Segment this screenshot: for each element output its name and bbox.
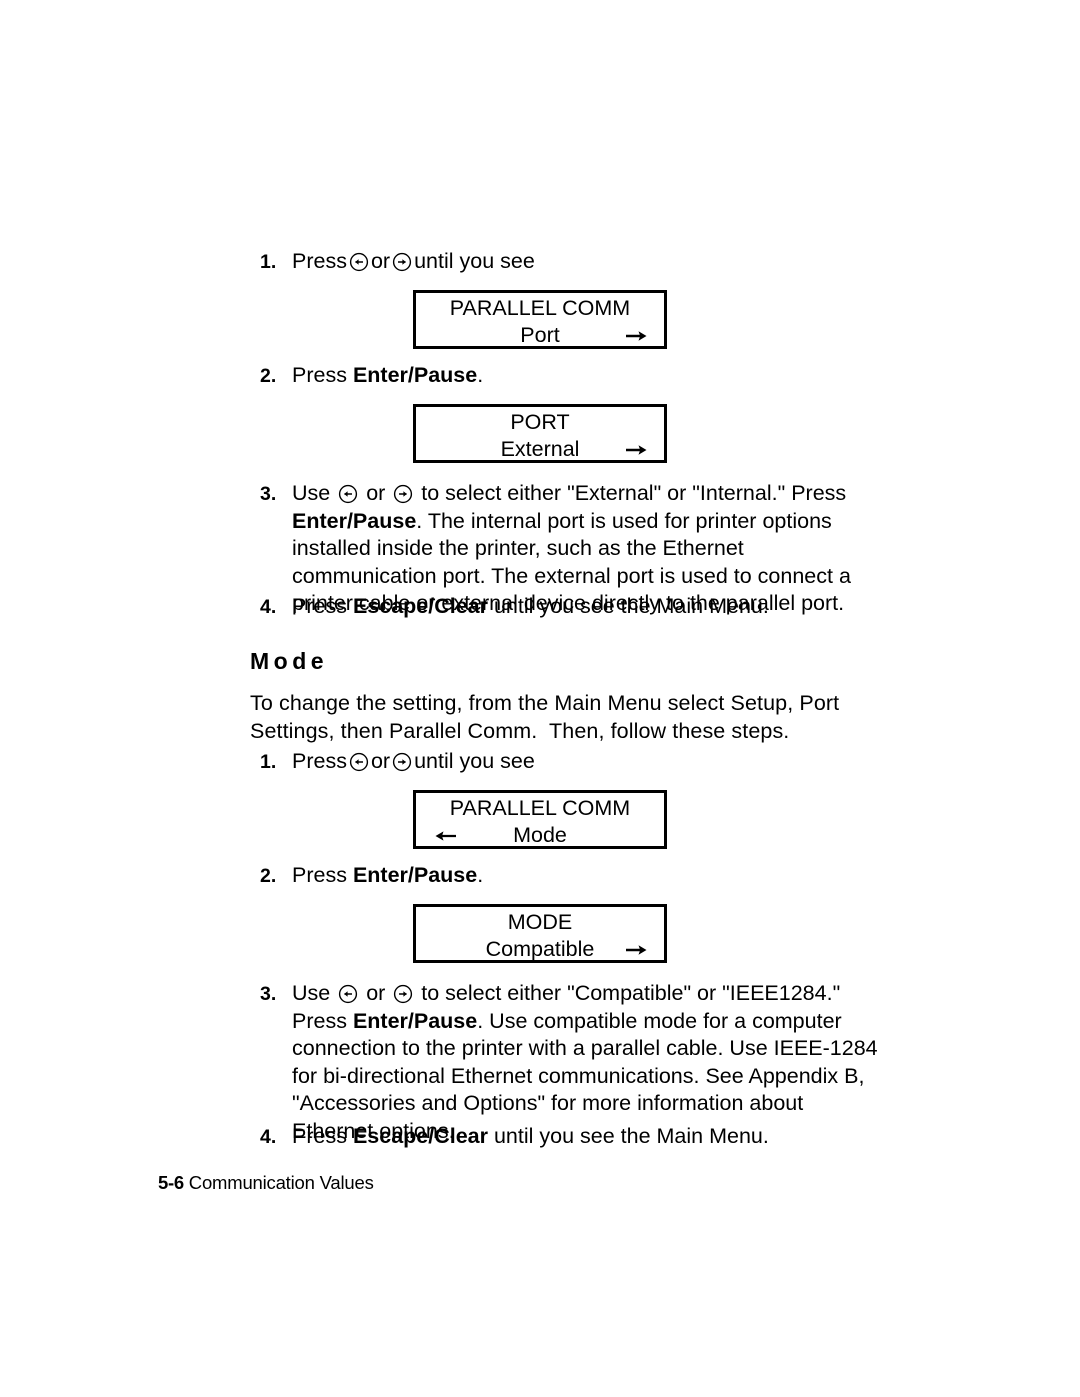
step-text-middle: or	[370, 249, 391, 273]
lcd-line-1: PARALLEL COMM	[449, 796, 631, 820]
right-arrow-icon	[624, 940, 650, 960]
mode-step-4: 4. Press Escape/Clear until you see the …	[260, 1123, 880, 1152]
step-text-tail: .	[477, 363, 484, 387]
lcd-line-2: Compatible	[416, 936, 664, 963]
step-text-lead: Press	[292, 1124, 353, 1148]
step-text: Press Escape/Clear until you see the Mai…	[292, 1123, 880, 1151]
step-text-rest: until you see the Main Menu.	[488, 1124, 769, 1148]
step-number: 3.	[260, 983, 277, 1005]
step-text-lead: Use	[292, 981, 337, 1005]
right-arrow-circle-icon	[392, 252, 412, 272]
step-text: Press or until you see	[292, 248, 880, 276]
step-text: Press Escape/Clear until you see the Mai…	[292, 593, 880, 621]
lcd-line-2-text: Compatible	[485, 937, 595, 961]
right-arrow-circle-icon	[392, 752, 412, 772]
step-text-lead: Press	[292, 363, 353, 387]
step-text-lead: Press	[292, 863, 353, 887]
key-label-enter-pause: Enter/Pause	[352, 1008, 478, 1033]
step-text-after: until you see	[414, 249, 535, 273]
step-number: 1.	[260, 751, 277, 773]
key-label-escape-clear: Escape/Clear	[352, 1124, 488, 1148]
lcd-line-2: Port	[416, 322, 664, 349]
mode-step-3: 3. Use or to select either "Compatible" …	[260, 980, 880, 1145]
lcd-display-mode-compatible: MODE Compatible	[413, 904, 667, 963]
left-arrow-circle-icon	[349, 252, 369, 272]
step-text-tail: .	[477, 863, 484, 887]
mode-intro-paragraph: To change the setting, from the Main Men…	[250, 691, 846, 743]
step-number: 2.	[260, 365, 277, 387]
right-arrow-icon	[624, 326, 650, 346]
key-label-escape-clear: Escape/Clear	[352, 594, 488, 618]
step-number: 2.	[260, 865, 277, 887]
lcd-display-port-external: PORT External	[413, 404, 667, 463]
lcd-line-1: PARALLEL COMM	[449, 296, 631, 320]
left-arrow-circle-icon	[338, 484, 358, 504]
lcd-line-2-text: External	[500, 437, 580, 461]
step-text-rest: until you see the Main Menu.	[488, 594, 769, 618]
document-page: 1. Press or until you see PARALLEL COMM Po…	[0, 0, 1080, 1397]
left-arrow-circle-icon	[338, 984, 358, 1004]
lcd-display-parallel-comm-mode: PARALLEL COMM Mode	[413, 790, 667, 849]
step-text-middle: or	[370, 749, 391, 773]
step-text: Press Enter/Pause.	[292, 362, 880, 390]
key-label-enter-pause: Enter/Pause	[352, 863, 478, 887]
section-heading-mode: Mode	[250, 648, 329, 674]
mode-step-1: 1. Press or until you see	[260, 748, 880, 777]
step-text-lead: Use	[292, 481, 337, 505]
step-number: 4.	[260, 596, 277, 618]
lcd-line-1: MODE	[507, 910, 573, 934]
lcd-line-1: PORT	[510, 410, 570, 434]
right-arrow-circle-icon	[393, 484, 413, 504]
lcd-line-2: External	[416, 436, 664, 463]
step-text-after: until you see	[414, 749, 535, 773]
left-arrow-circle-icon	[349, 752, 369, 772]
right-arrow-icon	[624, 440, 650, 460]
port-step-2: 2. Press Enter/Pause.	[260, 362, 880, 391]
key-label-enter-pause: Enter/Pause	[352, 363, 478, 387]
lcd-line-2: Mode	[416, 822, 664, 849]
step-text-mid: or	[360, 481, 392, 505]
key-label-enter-pause: Enter/Pause	[292, 508, 417, 533]
step-text-after-icons: to select either "External" or "Internal…	[415, 481, 847, 505]
port-step-4: 4. Press Escape/Clear until you see the …	[260, 593, 880, 622]
lcd-line-2-text: Port	[520, 323, 560, 347]
right-arrow-circle-icon	[393, 984, 413, 1004]
step-text-mid: or	[360, 981, 392, 1005]
footer-section-title: Communication Values	[183, 1172, 374, 1193]
lcd-line-2-text: Mode	[513, 823, 567, 847]
left-arrow-icon	[432, 826, 458, 846]
page-footer: 5-6 Communication Values	[158, 1172, 374, 1194]
lcd-display-parallel-comm-port: PARALLEL COMM Port	[413, 290, 667, 349]
mode-step-2: 2. Press Enter/Pause.	[260, 862, 880, 891]
step-number: 4.	[260, 1126, 277, 1148]
port-step-1: 1. Press or until you see	[260, 248, 880, 277]
step-text-lead: Press	[292, 594, 353, 618]
step-text-before: Press	[292, 749, 347, 773]
step-text: Use or to select either "Compatible" or …	[292, 980, 880, 1145]
step-text-before: Press	[292, 249, 347, 273]
step-number: 3.	[260, 483, 277, 505]
step-text: Press or until you see	[292, 748, 880, 776]
footer-page-number: 5-6	[158, 1172, 184, 1193]
step-text: Press Enter/Pause.	[292, 862, 880, 890]
step-number: 1.	[260, 251, 277, 273]
